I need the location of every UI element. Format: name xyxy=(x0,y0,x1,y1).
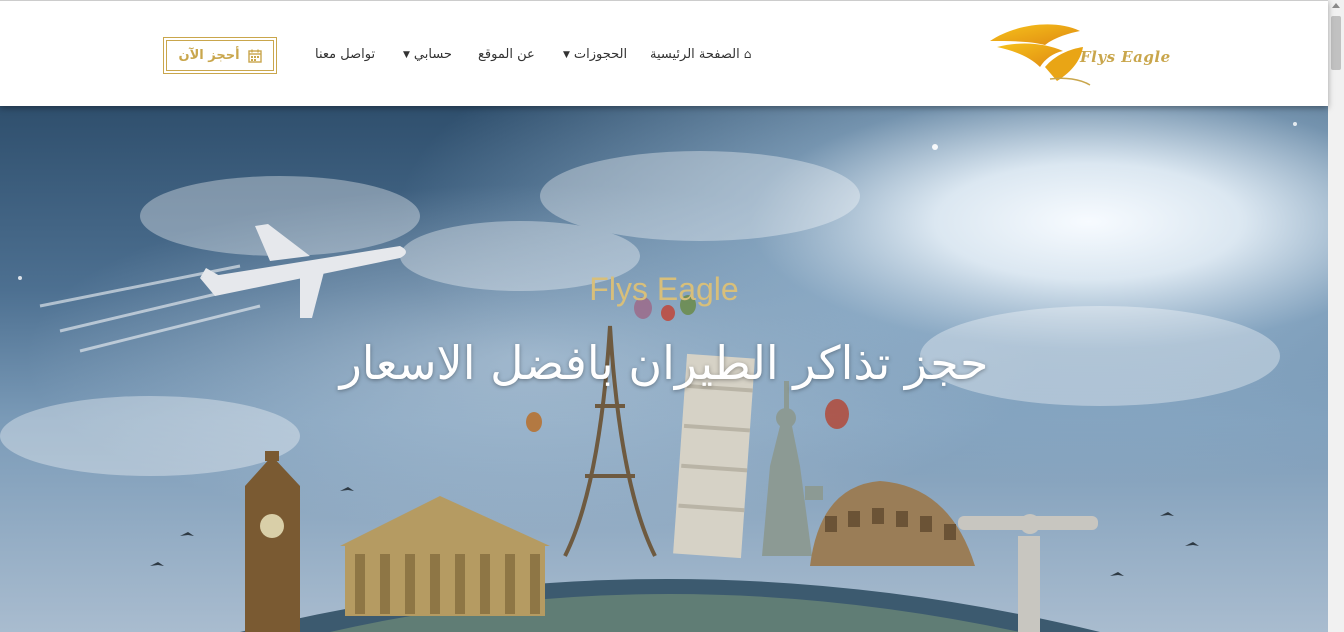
nav-account-dropdown[interactable]: حسابي▼ xyxy=(403,47,452,62)
nav-home[interactable]: ⌂الصفحة الرئيسية xyxy=(650,47,751,62)
scrollbar-thumb[interactable] xyxy=(1331,16,1341,70)
nav-bookings-label: الحجوزات xyxy=(573,47,628,62)
nav-home-label: الصفحة الرئيسية xyxy=(650,47,740,62)
home-icon: ⌂ xyxy=(743,47,752,61)
top-navbar: Flys Eagle ⌂الصفحة الرئيسية الحجوزات▼ عن… xyxy=(0,0,1328,106)
book-now-button[interactable]: أحجز الآن xyxy=(163,37,277,74)
caret-down-icon: ▼ xyxy=(403,50,410,60)
nav-about[interactable]: عن الموقع xyxy=(478,47,535,62)
calendar-icon xyxy=(247,49,262,63)
nav-bookings-dropdown[interactable]: الحجوزات▼ xyxy=(563,47,627,62)
hero-subtitle: Flys Eagle xyxy=(589,271,739,307)
caret-down-icon: ▼ xyxy=(563,50,570,60)
brand-logo-text: Flys Eagle xyxy=(1080,48,1171,66)
scroll-up-arrow-icon[interactable] xyxy=(1332,3,1340,8)
vertical-scrollbar[interactable] xyxy=(1328,0,1344,632)
nav-account-label: حسابي xyxy=(413,47,452,62)
hero-title: حجز تذاكر الطيران بافضل الاسعار xyxy=(339,336,989,390)
hero-banner: Flys Eagle حجز تذاكر الطيران بافضل الاسع… xyxy=(0,106,1328,632)
nav-contact[interactable]: تواصل معنا xyxy=(315,47,375,62)
book-now-label: أحجز الآن xyxy=(178,48,240,63)
